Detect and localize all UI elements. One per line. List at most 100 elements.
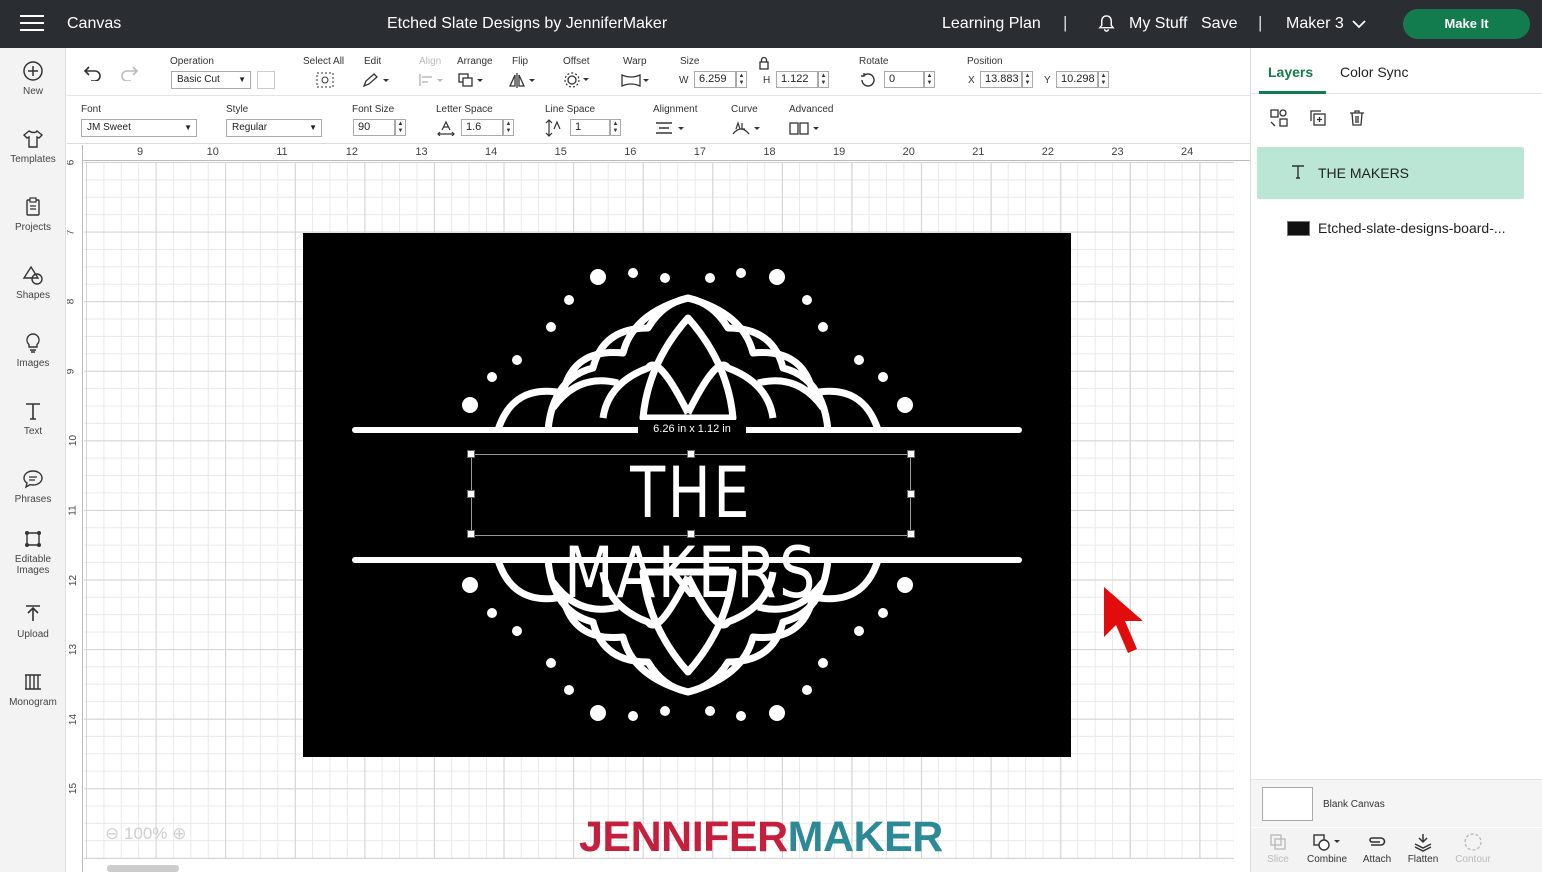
advanced-icon[interactable] bbox=[789, 121, 823, 137]
select-all-icon[interactable] bbox=[315, 71, 335, 89]
resize-handle[interactable] bbox=[907, 530, 915, 538]
separator: | bbox=[1063, 13, 1068, 32]
flatten-icon bbox=[1414, 834, 1432, 852]
layer-item-text[interactable]: THE MAKERS bbox=[1257, 147, 1524, 199]
style-label: Style bbox=[226, 104, 249, 115]
active-tab-indicator bbox=[1259, 91, 1326, 94]
design-canvas[interactable]: 9 10 11 12 13 14 15 16 17 18 19 20 21 22 23 24 6 7 8 9 10 11… bbox=[67, 145, 1250, 872]
x-position-stepper[interactable]: ▲ ▼ bbox=[1022, 71, 1033, 88]
top-bar: Canvas Etched Slate Designs by JenniferM… bbox=[0, 0, 1542, 48]
nav-images[interactable]: Images bbox=[0, 332, 66, 369]
speech-bubble-icon bbox=[23, 470, 43, 489]
zoom-in-icon[interactable]: ⊕ bbox=[172, 824, 186, 843]
rotate-stepper[interactable]: ▲ ▼ bbox=[924, 71, 935, 88]
height-input[interactable]: 1.122 bbox=[776, 71, 818, 88]
duplicate-icon[interactable] bbox=[1308, 108, 1328, 128]
text-layer-icon bbox=[1292, 165, 1304, 179]
my-stuff-link[interactable]: My Stuff bbox=[1129, 15, 1187, 33]
width-input[interactable]: 6.259 bbox=[694, 71, 736, 88]
y-position-input[interactable]: 10.298 bbox=[1056, 71, 1098, 88]
shirt-icon bbox=[22, 129, 44, 148]
flip-label: Flip bbox=[512, 56, 529, 67]
curve-text-icon[interactable] bbox=[731, 120, 763, 138]
resize-handle[interactable] bbox=[687, 530, 695, 538]
project-name[interactable]: Etched Slate Designs by JenniferMaker bbox=[387, 15, 667, 33]
brand-part1: JENNIFER bbox=[579, 813, 788, 861]
nav-phrases[interactable]: Phrases bbox=[0, 468, 66, 505]
line-space-stepper[interactable]: ▲ ▼ bbox=[610, 119, 621, 136]
trash-icon[interactable] bbox=[1347, 108, 1367, 128]
hamburger-menu-icon[interactable] bbox=[20, 15, 44, 33]
ruler-left-label: 15 bbox=[68, 783, 80, 795]
make-it-button[interactable]: Make It bbox=[1403, 9, 1530, 39]
text-selection-box[interactable]: THE MAKERS bbox=[471, 453, 911, 613]
operation-color-swatch[interactable] bbox=[257, 71, 275, 89]
style-select[interactable]: Regular ▼ bbox=[226, 119, 322, 137]
nav-projects[interactable]: Projects bbox=[0, 196, 66, 233]
nav-templates[interactable]: Templates bbox=[0, 128, 66, 165]
height-stepper[interactable]: ▲ ▼ bbox=[818, 71, 829, 88]
resize-handle[interactable] bbox=[467, 530, 475, 538]
canvas-color-swatch[interactable] bbox=[1262, 787, 1313, 821]
zoom-out-icon[interactable]: ⊖ bbox=[105, 824, 119, 843]
resize-handle[interactable] bbox=[687, 450, 695, 458]
blank-canvas-row[interactable]: Blank Canvas bbox=[1251, 779, 1542, 827]
font-select[interactable]: JM Sweet ▼ bbox=[81, 119, 197, 137]
undo-icon[interactable] bbox=[83, 65, 103, 81]
nav-monogram[interactable]: Monogram bbox=[0, 671, 66, 708]
machine-selector[interactable]: Maker 3 bbox=[1286, 15, 1344, 33]
save-button[interactable]: Save bbox=[1201, 15, 1237, 33]
paperclip-icon bbox=[1369, 837, 1386, 846]
resize-handle[interactable] bbox=[907, 490, 915, 498]
zoom-control[interactable]: ⊖ 100% ⊕ bbox=[105, 824, 186, 844]
nav-text[interactable]: Text bbox=[0, 400, 66, 437]
bell-icon[interactable] bbox=[1097, 14, 1116, 33]
width-stepper[interactable]: ▲ ▼ bbox=[736, 71, 747, 88]
x-position-input[interactable]: 13.883 bbox=[980, 71, 1022, 88]
y-position-stepper[interactable]: ▲ ▼ bbox=[1098, 71, 1109, 88]
resize-handle[interactable] bbox=[907, 450, 915, 458]
flatten-button[interactable]: Flatten bbox=[1398, 828, 1448, 865]
layer-item-image[interactable]: Etched-slate-designs-board-... bbox=[1257, 202, 1524, 254]
ruler-left-label: 14 bbox=[68, 713, 80, 725]
tab-layers[interactable]: Layers bbox=[1268, 64, 1313, 80]
warp-icon[interactable] bbox=[620, 72, 652, 88]
slice-label: Slice bbox=[1267, 854, 1289, 865]
rotate-input[interactable]: 0 bbox=[884, 71, 924, 88]
ruler-top-label: 19 bbox=[833, 146, 846, 158]
horizontal-scrollbar[interactable] bbox=[107, 865, 179, 872]
text-align-icon[interactable] bbox=[655, 121, 687, 137]
resize-handle[interactable] bbox=[467, 450, 475, 458]
resize-handle[interactable] bbox=[467, 490, 475, 498]
font-size-label: Font Size bbox=[352, 104, 395, 115]
right-panel: Layers Color Sync THE MAKERS Etched-slat… bbox=[1250, 48, 1542, 872]
offset-icon[interactable] bbox=[563, 71, 593, 89]
nav-new[interactable]: New bbox=[0, 60, 66, 97]
redo-icon[interactable] bbox=[119, 65, 139, 81]
lock-icon[interactable] bbox=[758, 56, 770, 70]
cursor-arrow-icon bbox=[1104, 587, 1143, 653]
group-icon[interactable] bbox=[1269, 108, 1289, 128]
letter-space-stepper[interactable]: ▲ ▼ bbox=[503, 119, 514, 136]
font-size-input[interactable]: 90 bbox=[353, 119, 395, 136]
nav-label: Shapes bbox=[16, 290, 50, 301]
attach-button[interactable]: Attach bbox=[1352, 828, 1402, 865]
nav-shapes[interactable]: Shapes bbox=[0, 264, 66, 301]
curve-label: Curve bbox=[731, 104, 758, 115]
operation-select[interactable]: Basic Cut ▼ bbox=[171, 71, 251, 89]
attach-label: Attach bbox=[1362, 854, 1392, 865]
letter-space-input[interactable]: 1.6 bbox=[461, 119, 503, 136]
font-size-stepper[interactable]: ▲ ▼ bbox=[395, 119, 406, 136]
nav-upload[interactable]: Upload bbox=[0, 603, 66, 640]
nav-editable-images[interactable]: Editable Images bbox=[0, 528, 66, 576]
chevron-down-icon[interactable] bbox=[1352, 19, 1366, 29]
pencil-icon[interactable] bbox=[361, 72, 389, 88]
flip-icon[interactable] bbox=[509, 72, 537, 88]
ruler-top-label: 17 bbox=[693, 146, 707, 158]
arrange-icon[interactable] bbox=[457, 72, 487, 88]
combine-button[interactable]: Combine bbox=[1302, 828, 1352, 865]
tab-color-sync[interactable]: Color Sync bbox=[1340, 64, 1408, 80]
line-space-input[interactable]: 1 bbox=[570, 119, 610, 136]
learning-plan-link[interactable]: Learning Plan bbox=[942, 15, 1041, 33]
x-prefix: X bbox=[968, 75, 975, 86]
